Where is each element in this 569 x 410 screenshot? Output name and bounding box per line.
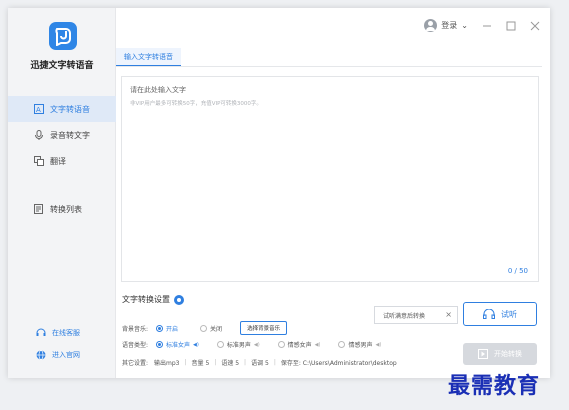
login-button[interactable]: 登录 ⌄ — [424, 19, 468, 32]
speaker-icon[interactable]: ◀) — [254, 342, 260, 348]
globe-icon — [36, 350, 46, 360]
select-bgm-button[interactable]: 选择背景音乐 — [240, 321, 288, 335]
svg-text:A: A — [36, 106, 41, 114]
sidebar-item-conversion-list[interactable]: 转换列表 — [8, 196, 116, 222]
listen-tooltip: 试听满意后转换 × — [374, 306, 458, 324]
bgm-off-radio[interactable]: 关闭 — [200, 324, 222, 333]
bgm-row: 背景音乐: 开启 关闭 选择背景音乐 — [122, 321, 288, 335]
app-name: 迅捷文字转语音 — [30, 61, 94, 71]
speed-setting[interactable]: 语速 5 — [221, 358, 239, 367]
tooltip-text: 试听满意后转换 — [383, 312, 426, 320]
voice-radio-standard-male[interactable]: 标准男声 ◀) — [216, 340, 260, 349]
other-settings-row: 其它设置: 输出mp3 | 音量 5 | 语速 5 | 语调 5 | 保存至: … — [122, 358, 397, 367]
close-tooltip-icon[interactable]: × — [445, 310, 452, 319]
watermark: 最需教育 — [448, 373, 541, 399]
list-icon — [34, 204, 43, 214]
online-service-label: 在线客服 — [52, 329, 80, 337]
pitch-setting[interactable]: 语调 5 — [251, 358, 269, 367]
other-settings-label: 其它设置: — [122, 360, 149, 367]
title-bar-controls: 登录 ⌄ — [424, 19, 540, 32]
minimize-icon[interactable] — [482, 21, 492, 31]
sidebar-item-label: 转换列表 — [50, 204, 82, 214]
sidebar-item-translate[interactable]: 翻译 — [8, 148, 116, 174]
settings-title-label: 文字转换设置 — [122, 295, 170, 304]
voice-radio-emotional-male[interactable]: 情感男声 ◀) — [338, 340, 381, 349]
voice-label: 标准女声 — [166, 342, 191, 349]
voice-label: 情感女声 — [287, 342, 312, 349]
editor-hint: 非VIP用户最多可转换50字，充值VIP可转换3000字。 — [130, 101, 262, 107]
translate-icon — [34, 156, 44, 166]
app-window: 迅捷文字转语音 A 文字转语音 录音转文字 翻译 转换列表 在线客服 进入官网 — [8, 8, 550, 378]
sidebar-item-label: 文字转语音 — [50, 104, 90, 114]
headphones-icon — [483, 309, 495, 319]
volume-setting[interactable]: 音量 5 — [192, 358, 210, 367]
sidebar-item-label: 录音转文字 — [50, 130, 90, 140]
voice-label: 标准男声 — [226, 342, 251, 349]
text-icon: A — [34, 104, 44, 114]
speaker-icon[interactable]: ◀) — [315, 342, 321, 348]
chevron-down-icon: ⌄ — [461, 21, 468, 30]
voice-radio-emotional-female[interactable]: 情感女声 ◀) — [277, 340, 321, 349]
speaker-icon[interactable]: ◀) — [375, 342, 381, 348]
online-service-link[interactable]: 在线客服 — [36, 328, 80, 338]
app-logo — [49, 22, 77, 50]
character-count: 0 / 50 — [507, 267, 528, 275]
start-label: 开始转换 — [494, 350, 522, 358]
play-icon — [478, 349, 488, 359]
text-input-area[interactable]: 请在此处输入文字 非VIP用户最多可转换50字，充值VIP可转换3000字。 0… — [121, 76, 539, 282]
microphone-icon — [35, 130, 43, 140]
sidebar-item-speech-to-text[interactable]: 录音转文字 — [8, 122, 116, 148]
bgm-on-label: 开启 — [166, 325, 179, 333]
voice-type-row: 语音类型: 标准女声 ◀) 标准男声 ◀) 情感女声 ◀) 情感男声 ◀) — [122, 340, 381, 349]
start-conversion-button[interactable]: 开始转换 — [463, 343, 537, 365]
gear-icon[interactable] — [174, 294, 184, 305]
official-site-label: 进入官网 — [52, 351, 80, 359]
tab-text-to-speech[interactable]: 输入文字转语音 — [116, 48, 181, 66]
tab-divider — [116, 66, 542, 67]
login-label: 登录 — [441, 21, 458, 30]
voice-label: 情感男声 — [348, 342, 373, 349]
listen-button[interactable]: 试听 — [463, 302, 537, 326]
close-icon[interactable] — [530, 21, 540, 31]
save-path[interactable]: 保存至: C:\Users\Administrator\desktop — [281, 358, 397, 367]
sidebar: 迅捷文字转语音 A 文字转语音 录音转文字 翻译 转换列表 在线客服 进入官网 — [8, 8, 116, 378]
bgm-off-label: 关闭 — [210, 325, 223, 333]
listen-label: 试听 — [501, 309, 517, 319]
bgm-on-radio[interactable]: 开启 — [156, 324, 178, 333]
bgm-label: 背景音乐: — [122, 325, 149, 333]
official-site-link[interactable]: 进入官网 — [36, 350, 80, 360]
maximize-icon[interactable] — [506, 21, 516, 31]
avatar-icon — [424, 19, 438, 32]
voice-type-label: 语音类型: — [122, 342, 149, 349]
headset-icon — [36, 328, 46, 336]
sidebar-item-label: 翻译 — [50, 156, 66, 166]
speaker-icon[interactable]: ◀) — [193, 342, 199, 348]
sidebar-item-text-to-speech[interactable]: A 文字转语音 — [8, 96, 116, 122]
voice-radio-standard-female[interactable]: 标准女声 ◀) — [156, 340, 199, 349]
editor-placeholder: 请在此处输入文字 — [130, 86, 186, 94]
output-format[interactable]: 输出mp3 — [154, 358, 179, 367]
settings-title: 文字转换设置 — [122, 294, 184, 305]
